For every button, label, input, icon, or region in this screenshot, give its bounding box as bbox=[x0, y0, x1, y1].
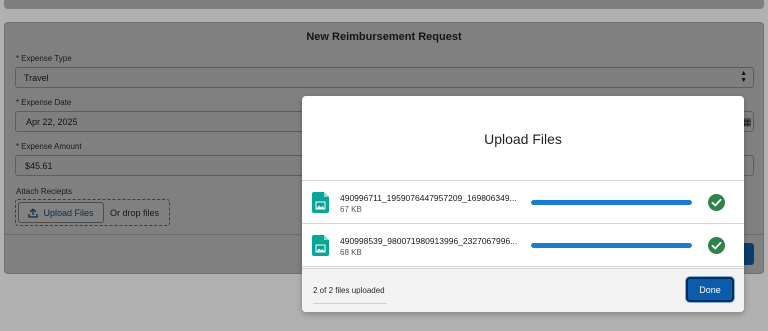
file-size: 68 KB bbox=[340, 248, 362, 257]
upload-files-modal: Upload Files 490996711_1959076447957209_… bbox=[302, 96, 744, 312]
image-file-icon bbox=[312, 192, 329, 213]
attach-receipts-label: Attach Reciepts bbox=[16, 187, 73, 196]
file-row: 490998539_980071980913996_2327067996... … bbox=[302, 224, 744, 267]
background-top-card bbox=[4, 0, 764, 9]
upload-progress-fill bbox=[531, 200, 692, 205]
upload-status-text: 2 of 2 files uploaded bbox=[313, 286, 385, 295]
modal-footer: 2 of 2 files uploaded Done bbox=[302, 268, 744, 312]
file-size: 67 KB bbox=[340, 205, 362, 214]
modal-title: Upload Files bbox=[484, 131, 562, 147]
modal-header: Upload Files bbox=[302, 96, 744, 181]
expense-date-label: * Expense Date bbox=[16, 98, 72, 107]
drop-files-text: Or drop files bbox=[110, 208, 160, 218]
expense-type-select[interactable]: Travel ▲ ▼ bbox=[15, 67, 754, 88]
upload-files-button[interactable]: Upload Files bbox=[18, 202, 104, 223]
file-name: 490996711_1959076447957209_169806349... bbox=[340, 193, 517, 203]
success-check-icon bbox=[708, 237, 725, 254]
upload-progress-bar bbox=[531, 243, 692, 248]
success-check-icon bbox=[708, 194, 725, 211]
image-file-icon bbox=[312, 235, 329, 256]
status-underline bbox=[313, 303, 387, 304]
upload-progress-bar bbox=[531, 200, 692, 205]
expense-type-label: * Expense Type bbox=[16, 54, 72, 63]
form-title: New Reimbursement Request bbox=[306, 31, 462, 43]
upload-progress-fill bbox=[531, 243, 692, 248]
upload-icon bbox=[28, 208, 39, 218]
done-button[interactable]: Done bbox=[686, 277, 734, 302]
select-chevron-icon: ▲ ▼ bbox=[740, 70, 747, 84]
file-name: 490998539_980071980913996_2327067996... bbox=[340, 236, 518, 246]
expense-amount-label: * Expense Amount bbox=[16, 142, 82, 151]
file-row: 490996711_1959076447957209_169806349... … bbox=[302, 181, 744, 224]
